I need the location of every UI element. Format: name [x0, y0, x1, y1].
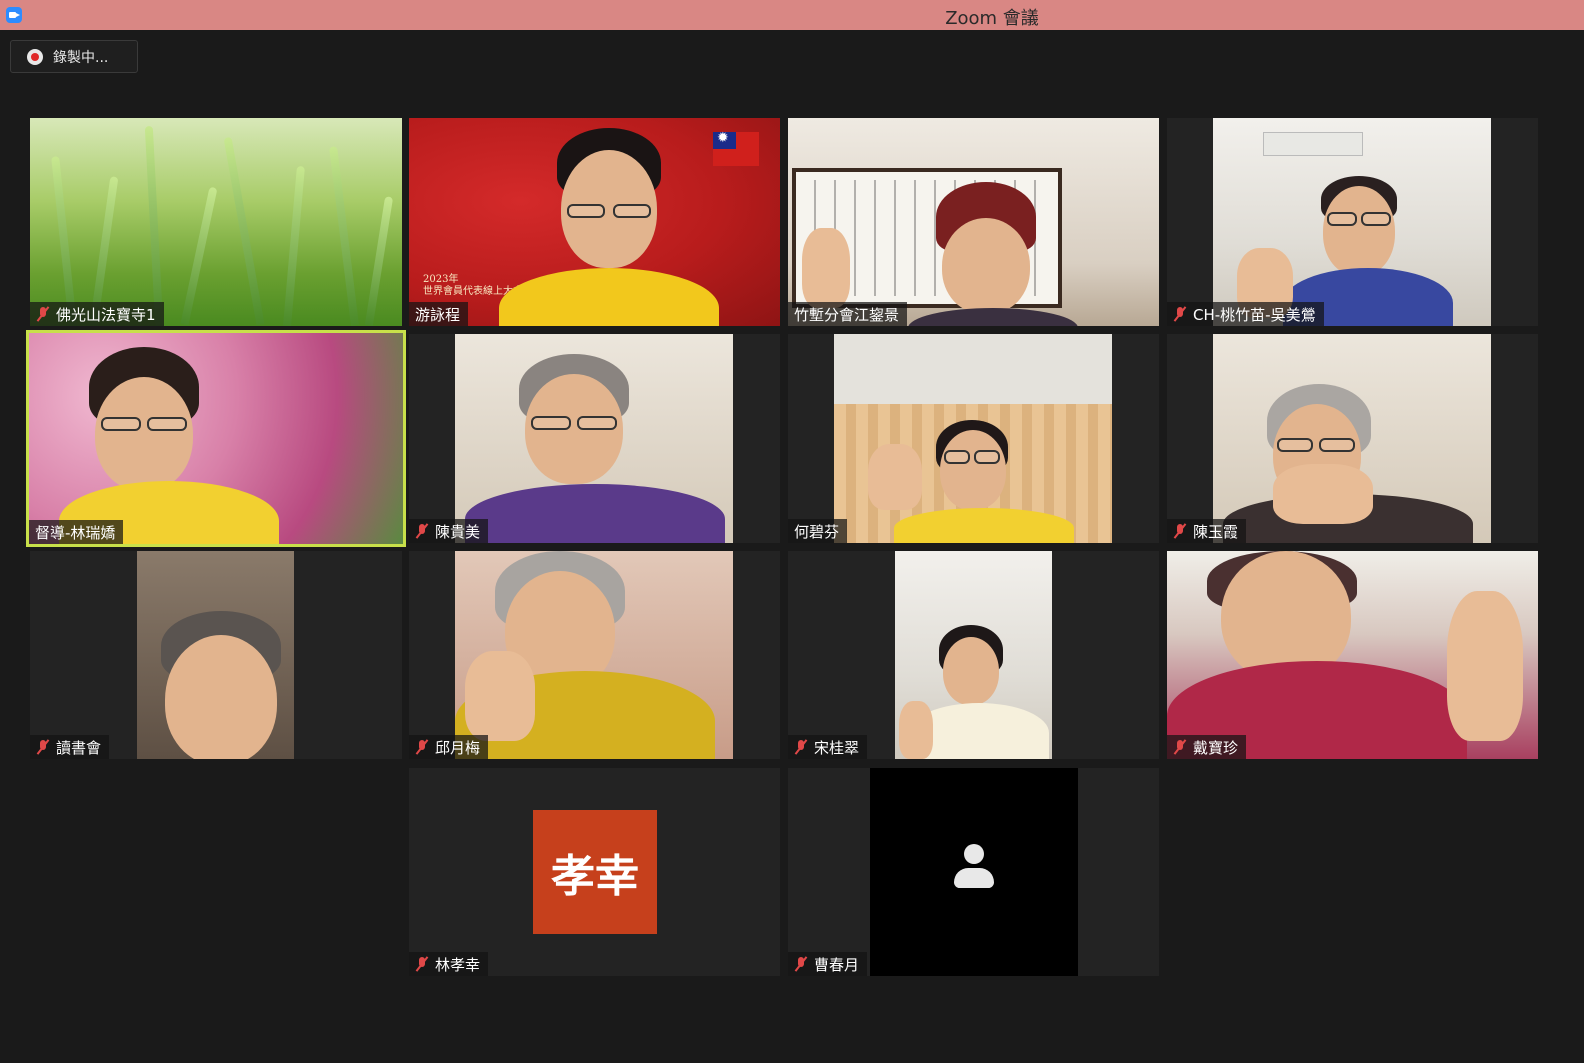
participant-video	[455, 334, 733, 543]
participant-name: 宋桂翠	[814, 738, 860, 757]
participant-name-tag: 曹春月	[788, 952, 868, 976]
participant-tile[interactable]: 宋桂翠	[788, 551, 1159, 759]
default-avatar-icon	[952, 844, 996, 892]
participant-name-tag: 游詠程	[409, 302, 469, 326]
participant-name-tag: 陳貴美	[409, 519, 489, 543]
participant-tile[interactable]: 陳玉霞	[1167, 334, 1538, 543]
recording-label: 錄製中...	[53, 49, 109, 66]
participant-video	[30, 118, 402, 326]
mic-muted-icon	[794, 956, 808, 972]
participant-video	[788, 118, 1159, 326]
participant-tile[interactable]: 陳貴美	[409, 334, 780, 543]
participant-tile[interactable]: 邱月梅	[409, 551, 780, 759]
participant-name: 陳貴美	[435, 522, 481, 541]
participant-tile[interactable]: 佛光山法寶寺1	[30, 118, 402, 326]
participant-video: 2023年 世界會員代表線上大會	[409, 118, 780, 326]
participant-name-tag: 督導-林瑞嬌	[29, 520, 124, 544]
participant-name: 佛光山法寶寺1	[56, 305, 156, 324]
participant-name-tag: 邱月梅	[409, 735, 489, 759]
participant-name: 竹塹分會江鋆景	[794, 305, 900, 324]
participant-name-tag: 讀書會	[30, 735, 110, 759]
participant-name-tag: CH-桃竹苗-吳美鶯	[1167, 302, 1324, 326]
participant-video	[834, 334, 1112, 543]
participant-name-tag: 林孝幸	[409, 952, 489, 976]
participant-video	[895, 551, 1052, 759]
participant-name-tag: 竹塹分會江鋆景	[788, 302, 908, 326]
participant-video	[455, 551, 733, 759]
participant-name: 邱月梅	[435, 738, 481, 757]
participant-name-tag: 陳玉霞	[1167, 519, 1247, 543]
record-icon	[27, 48, 43, 65]
participant-video	[29, 333, 403, 544]
participant-name-tag: 佛光山法寶寺1	[30, 302, 164, 326]
mic-muted-icon	[1173, 306, 1187, 322]
title-bar: Zoom 會議	[0, 0, 1584, 30]
participant-avatar: 孝幸	[533, 810, 657, 934]
mic-muted-icon	[1173, 523, 1187, 539]
participant-tile-active-speaker[interactable]: 督導-林瑞嬌	[26, 330, 406, 547]
mic-muted-icon	[415, 956, 429, 972]
recording-indicator[interactable]: 錄製中...	[10, 40, 138, 73]
participant-name: 督導-林瑞嬌	[35, 523, 116, 542]
participant-tile[interactable]: 何碧芬	[788, 334, 1159, 543]
mic-muted-icon	[794, 739, 808, 755]
participant-name: 何碧芬	[794, 522, 840, 541]
participant-video	[137, 551, 294, 759]
participant-name-tag: 何碧芬	[788, 519, 848, 543]
mic-muted-icon	[36, 739, 50, 755]
window-title: Zoom 會議	[945, 8, 1039, 29]
mic-muted-icon	[1173, 739, 1187, 755]
participant-name-tag: 宋桂翠	[788, 735, 868, 759]
participant-tile[interactable]: 孝幸 林孝幸	[409, 768, 780, 976]
participant-tile[interactable]: 讀書會	[30, 551, 402, 759]
participant-tile[interactable]: 曹春月	[788, 768, 1159, 976]
participant-name-tag: 戴寶珍	[1167, 735, 1247, 759]
participant-name: 陳玉霞	[1193, 522, 1239, 541]
participant-name: 讀書會	[56, 738, 102, 757]
mic-muted-icon	[36, 306, 50, 322]
participant-video	[1167, 551, 1538, 759]
mic-muted-icon	[415, 739, 429, 755]
participant-name: 游詠程	[415, 305, 461, 324]
mic-muted-icon	[415, 523, 429, 539]
participant-tile[interactable]: 戴寶珍	[1167, 551, 1538, 759]
participant-name: 曹春月	[814, 955, 860, 974]
participant-tile[interactable]: 竹塹分會江鋆景	[788, 118, 1159, 326]
participant-tile[interactable]: CH-桃竹苗-吳美鶯	[1167, 118, 1538, 326]
participant-video	[1213, 118, 1491, 326]
participant-name: 林孝幸	[435, 955, 481, 974]
participant-video	[1213, 334, 1491, 543]
participant-tile[interactable]: 2023年 世界會員代表線上大會 游詠程	[409, 118, 780, 326]
participant-name: CH-桃竹苗-吳美鶯	[1193, 305, 1316, 324]
participant-name: 戴寶珍	[1193, 738, 1239, 757]
video-off-area	[870, 768, 1078, 976]
